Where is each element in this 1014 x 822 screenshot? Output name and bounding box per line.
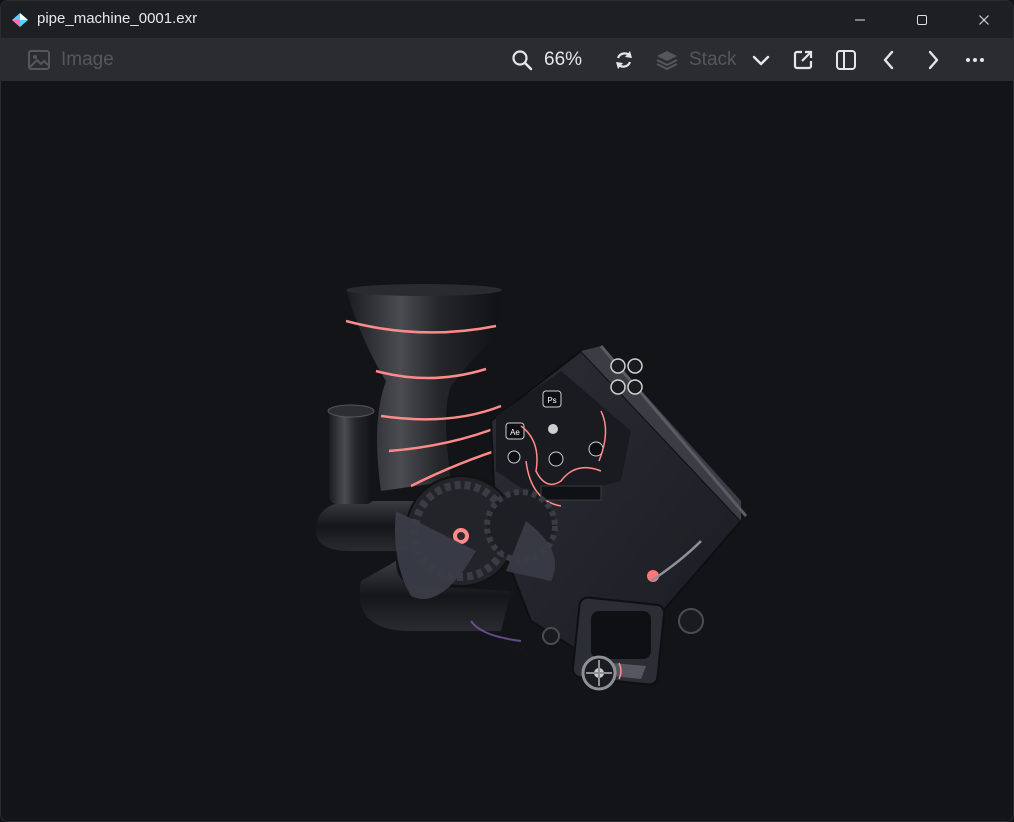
layers-icon bbox=[656, 51, 678, 71]
rendered-image: Ps Ae bbox=[316, 284, 748, 691]
stack-label: Stack bbox=[689, 49, 737, 70]
rotate-icon bbox=[616, 51, 632, 69]
svg-text:Ps: Ps bbox=[547, 396, 556, 405]
open-external-icon bbox=[793, 50, 813, 70]
zoom-level: 66% bbox=[544, 49, 583, 70]
panel-toggle-button[interactable] bbox=[834, 48, 858, 72]
close-button[interactable] bbox=[961, 1, 1007, 38]
rotate-button[interactable] bbox=[612, 48, 636, 72]
image-viewer-window: pipe_machine_0001.exr Image 66% Stack Ps… bbox=[0, 0, 1014, 822]
minimize-icon bbox=[855, 19, 865, 20]
open-external-button[interactable] bbox=[791, 48, 815, 72]
previous-image-button[interactable] bbox=[877, 48, 901, 72]
more-icon bbox=[966, 58, 984, 62]
next-image-button[interactable] bbox=[921, 48, 945, 72]
title-bar[interactable]: pipe_machine_0001.exr bbox=[1, 1, 1013, 38]
image-icon bbox=[28, 50, 50, 70]
toolbar: Image 66% Stack bbox=[1, 38, 1013, 81]
svg-text:Ae: Ae bbox=[510, 428, 520, 437]
zoom-icon bbox=[512, 50, 533, 71]
app-logo-icon bbox=[12, 13, 28, 27]
more-options-button[interactable] bbox=[963, 48, 987, 72]
image-canvas[interactable]: Ps Ae bbox=[1, 81, 1013, 821]
image-tab-label: Image bbox=[61, 49, 114, 70]
chevron-right-icon bbox=[928, 50, 939, 70]
panel-toggle-icon bbox=[836, 50, 856, 70]
chevron-down-icon bbox=[752, 55, 770, 66]
window-title: pipe_machine_0001.exr bbox=[37, 10, 198, 27]
minimize-button[interactable] bbox=[837, 1, 883, 38]
close-icon bbox=[979, 14, 989, 25]
maximize-button[interactable] bbox=[899, 1, 945, 38]
stack-dropdown-button[interactable] bbox=[749, 48, 773, 72]
chevron-left-icon bbox=[883, 50, 894, 70]
maximize-icon bbox=[917, 14, 927, 25]
zoom-control[interactable]: 66% bbox=[511, 48, 582, 72]
stack-selector[interactable]: Stack bbox=[655, 48, 737, 72]
image-tab[interactable]: Image bbox=[27, 48, 114, 72]
